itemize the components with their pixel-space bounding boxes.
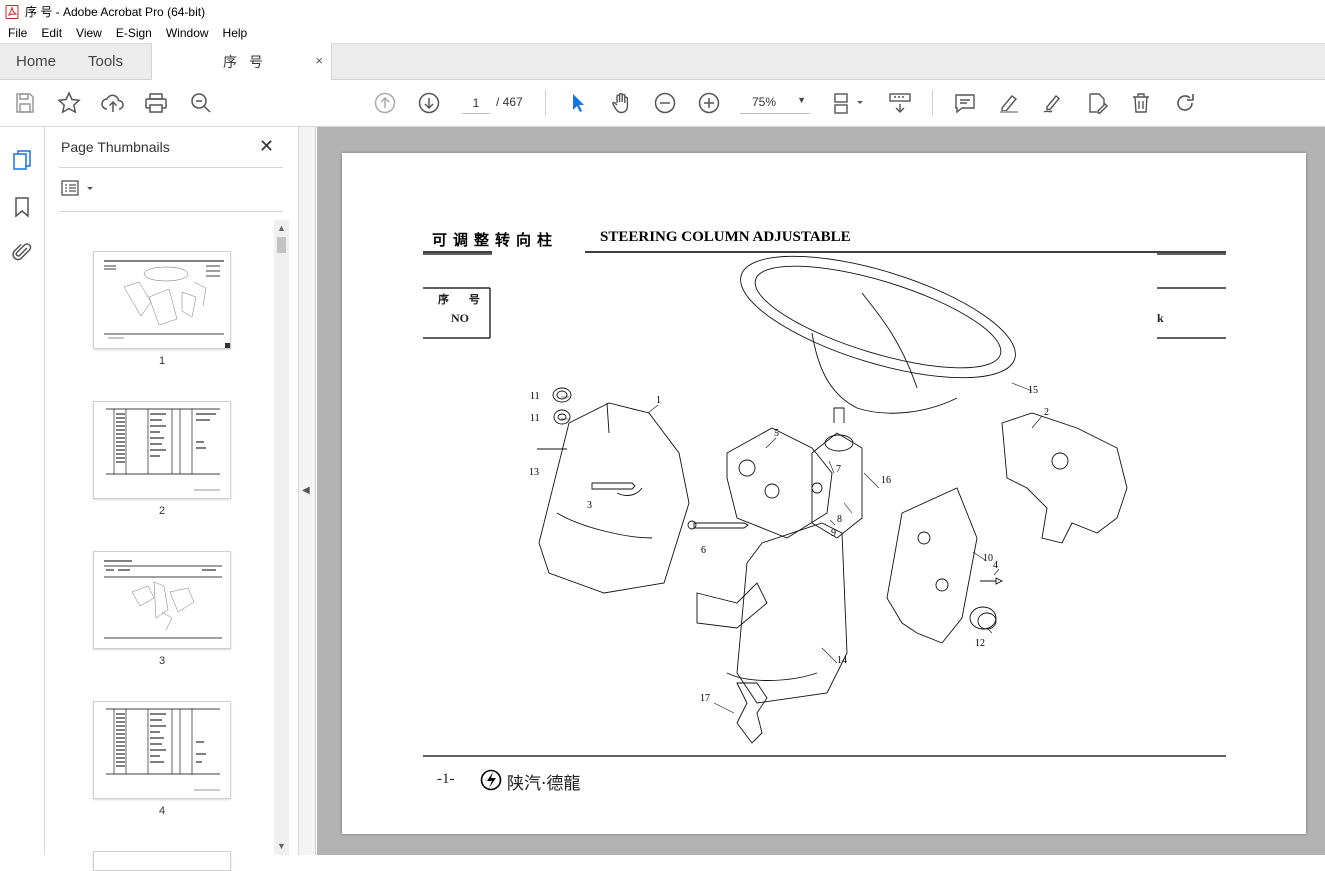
zoom-out-icon[interactable] (653, 91, 677, 115)
highlight-icon[interactable] (997, 91, 1021, 115)
upload-icon[interactable] (101, 91, 125, 115)
page-footer-number: -1- (437, 771, 455, 787)
menu-bar: File Edit View E-Sign Window Help (0, 23, 1325, 43)
tab-document[interactable]: 序 号 × (151, 43, 332, 81)
comment-icon[interactable] (953, 91, 977, 115)
zoom-in-icon[interactable] (697, 91, 721, 115)
panel-collapse-handle[interactable]: ◀ (299, 127, 316, 855)
callout-label: 8 (837, 514, 842, 525)
thumbnail-page-5[interactable] (93, 851, 231, 871)
thumbnail-label: 4 (158, 805, 166, 817)
delete-icon[interactable] (1129, 91, 1153, 115)
thumbnails-scrollbar[interactable]: ▲ ▼ (274, 220, 289, 855)
column-header-cn: 序 号 (438, 293, 488, 306)
callout-label: 4 (993, 560, 998, 571)
callout-label: 14 (837, 655, 847, 666)
toolbar-divider (932, 90, 933, 116)
callout-label: 16 (881, 475, 891, 486)
divider (59, 167, 283, 168)
thumbnail-label: 3 (158, 655, 166, 667)
callout-label: 13 (529, 467, 539, 478)
thumbnail-page-1[interactable] (93, 251, 231, 349)
page-layout-icon[interactable] (833, 91, 865, 115)
callout-label: 12 (975, 638, 985, 649)
callout-label: 2 (1044, 407, 1049, 418)
scroll-thumb[interactable] (277, 237, 286, 253)
prev-page-icon[interactable] (373, 91, 397, 115)
panel-title: Page Thumbnails (61, 139, 170, 155)
page-total: / 467 (496, 95, 523, 109)
tab-home[interactable]: Home (16, 44, 56, 80)
steering-column-diagram (423, 251, 1226, 757)
select-cursor-icon[interactable] (566, 91, 590, 115)
column-header-fragment: k (1157, 311, 1164, 325)
callout-label: 11 (530, 391, 540, 402)
document-tab-title: 序 号 (223, 54, 267, 70)
section-title-en: STEERING COLUMN ADJUSTABLE (600, 229, 851, 245)
thumbnail-page-4[interactable] (93, 701, 231, 799)
next-page-icon[interactable] (417, 91, 441, 115)
callout-label: 9 (831, 528, 836, 539)
title-bar: 序 号 - Adobe Acrobat Pro (64-bit) (0, 0, 1325, 23)
chevron-down-icon: ▼ (797, 95, 806, 105)
callout-label: 15 (1028, 385, 1038, 396)
callout-label: 7 (836, 464, 841, 475)
zoom-select[interactable]: 75% ▼ (740, 92, 810, 114)
scroll-up-icon[interactable]: ▲ (277, 223, 286, 233)
attachment-icon[interactable] (10, 240, 34, 264)
zoom-search-icon[interactable] (189, 91, 213, 115)
thumbnail-page-2[interactable] (93, 401, 231, 499)
edit-pdf-icon[interactable] (1085, 91, 1109, 115)
window-title: 序 号 - Adobe Acrobat Pro (64-bit) (25, 5, 206, 19)
section-title-cn: 可调整转向柱 (432, 231, 559, 249)
page-number-input[interactable]: 1 (462, 92, 490, 114)
menu-file[interactable]: File (0, 26, 34, 40)
collapse-left-icon: ◀ (302, 485, 310, 496)
callout-label: 5 (774, 428, 779, 439)
bookmark-icon[interactable] (10, 195, 34, 219)
tab-tools[interactable]: Tools (88, 44, 123, 80)
close-panel-icon[interactable]: ✕ (259, 136, 274, 157)
shacman-logo-icon (480, 769, 502, 791)
print-icon[interactable] (144, 91, 168, 115)
page-thumbnails-icon[interactable] (10, 148, 34, 172)
thumbnail-page-3[interactable] (93, 551, 231, 649)
callout-label: 1 (656, 395, 661, 406)
scroll-mode-icon[interactable] (888, 91, 912, 115)
close-tab-icon[interactable]: × (315, 53, 323, 68)
zoom-value: 75% (752, 95, 777, 109)
column-header-no: NO (451, 311, 469, 325)
main-toolbar: 1 / 467 75% ▼ (0, 80, 1325, 127)
menu-window[interactable]: Window (159, 26, 216, 40)
rotate-icon[interactable] (1173, 91, 1197, 115)
menu-edit[interactable]: Edit (34, 26, 69, 40)
menu-help[interactable]: Help (216, 26, 255, 40)
left-rail (0, 127, 45, 855)
thumbnail-options-icon[interactable] (61, 180, 97, 198)
menu-view[interactable]: View (69, 26, 109, 40)
callout-label: 11 (530, 413, 540, 424)
footer-brand: 陕汽·德龍 (507, 774, 581, 794)
sign-icon[interactable] (1041, 91, 1065, 115)
thumbnail-label: 1 (158, 355, 166, 367)
acrobat-logo-icon (5, 4, 19, 19)
callout-label: 6 (701, 545, 706, 556)
tab-bar: Home Tools 序 号 × (0, 43, 1325, 81)
divider (59, 211, 283, 212)
toolbar-divider (545, 90, 546, 116)
callout-label: 17 (700, 693, 710, 704)
menu-esign[interactable]: E-Sign (109, 26, 159, 40)
scroll-down-icon[interactable]: ▼ (277, 841, 286, 851)
callout-label: 3 (587, 500, 592, 511)
hand-icon[interactable] (609, 91, 633, 115)
pdf-page: 可调整转向柱 STEERING COLUMN ADJUSTABLE 序 号 NO… (342, 153, 1306, 834)
thumbnails-panel: Page Thumbnails ✕ 1 2 3 4 ▲ ▼ (45, 127, 299, 871)
document-viewer[interactable]: 可调整转向柱 STEERING COLUMN ADJUSTABLE 序 号 NO… (317, 127, 1325, 855)
callout-label: 10 (983, 553, 993, 564)
save-icon[interactable] (13, 91, 37, 115)
star-icon[interactable] (57, 91, 81, 115)
thumbnail-label: 2 (158, 505, 166, 517)
